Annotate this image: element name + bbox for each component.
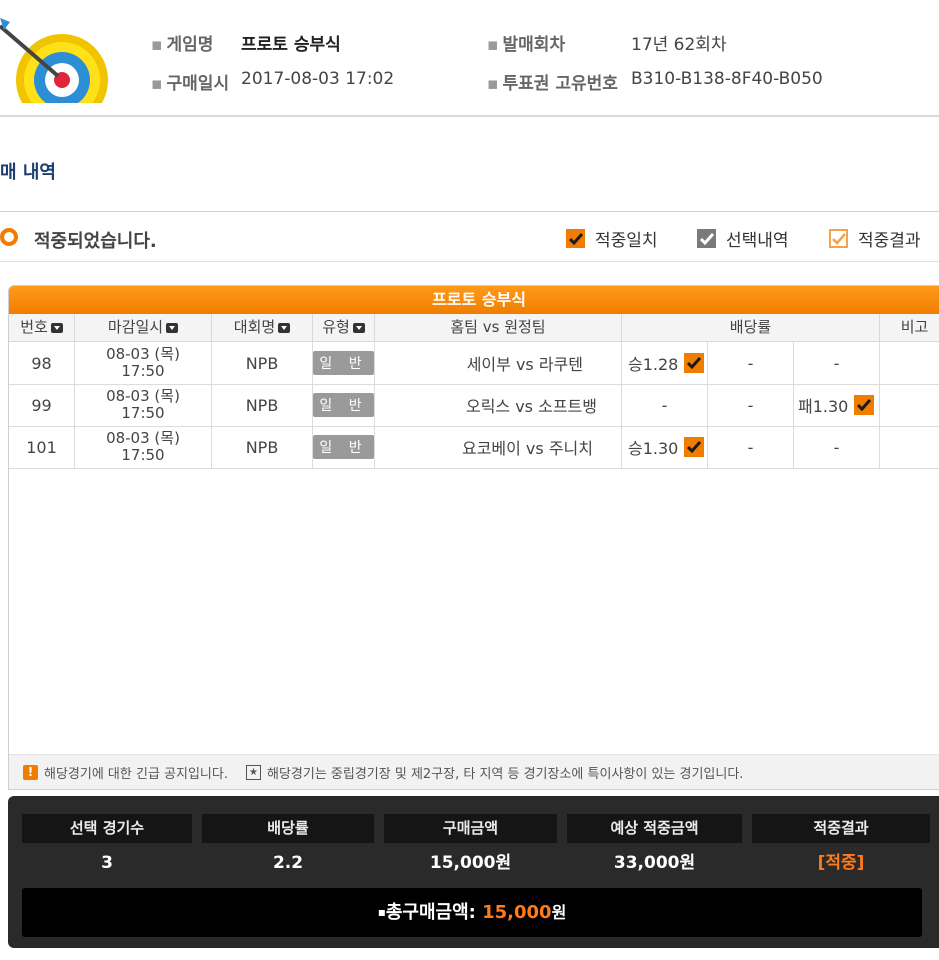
notice-bar: ! 해당경기에 대한 긴급 공지입니다. ★ 해당경기는 중립경기장 및 제2구… (9, 754, 939, 789)
round-value: 17년 62회차 (631, 35, 727, 55)
row-number: 99 (9, 384, 75, 426)
ticket-id-label: ▪ 투표권 고유번호 (487, 74, 618, 94)
table-header-row: 번호 마감일시 대회명 유형 홈팀 vs 원정팀 배당률 비고 (9, 314, 939, 342)
row-deadline: 08-03 (목) 17:50 (75, 384, 212, 426)
divider (0, 261, 939, 262)
bet-table-panel: 프로토 승부식 번호 마감일시 대회명 유형 홈팀 vs 원정팀 배당률 비고 … (8, 285, 939, 790)
col-remarks: 비고 (900, 318, 929, 336)
summary-panel: 선택 경기수 배당률 구매금액 예상 적중금액 적중결과 3 2.2 15,00… (8, 796, 939, 948)
check-filled-orange-icon (684, 353, 705, 373)
row-number: 101 (9, 426, 75, 468)
row-number: 98 (9, 342, 75, 384)
total-label: 총구매금액: (385, 902, 476, 923)
row-league: NPB (212, 342, 313, 384)
summary-value-result: [적중] (817, 853, 865, 873)
row-league: NPB (212, 384, 313, 426)
row-type: 일 반 (313, 384, 375, 426)
status-text: 적중되었습니다. (34, 231, 157, 252)
total-amount: 15,000 (482, 902, 552, 923)
sort-down-icon (50, 322, 63, 333)
odds-draw[interactable]: - (708, 426, 794, 468)
sort-down-icon (166, 322, 179, 333)
purchase-date-value: 2017-08-03 17:02 (241, 69, 395, 89)
result-circle-icon (0, 228, 18, 246)
row-match: 요코베이 vs 주니치 (375, 426, 622, 468)
table-title: 프로토 승부식 (9, 286, 939, 314)
dart-target-icon (0, 18, 108, 103)
type-badge: 일 반 (313, 351, 374, 375)
col-odds: 배당률 (622, 314, 880, 341)
row-remarks (880, 426, 939, 468)
type-badge: 일 반 (313, 435, 374, 459)
col-number[interactable]: 번호 (9, 314, 75, 341)
legend-hit-match: 적중일치 (566, 226, 658, 251)
sort-down-icon (352, 322, 365, 333)
notice-venue-text: 해당경기는 중립경기장 및 제2구장, 타 지역 등 경기장소에 특이사항이 있… (266, 766, 744, 782)
table-row: 99 08-03 (목) 17:50 NPB 일 반 오릭스 vs 소프트뱅 - … (9, 384, 939, 427)
col-type[interactable]: 유형 (313, 314, 375, 341)
odds-win[interactable]: - (622, 384, 708, 426)
check-outline-orange-icon (829, 229, 848, 248)
round-label: ▪ 발매회차 (487, 35, 566, 55)
type-badge: 일 반 (313, 393, 374, 417)
divider (0, 211, 939, 212)
odds-lose[interactable]: - (794, 426, 880, 468)
check-filled-orange-icon (566, 229, 585, 248)
row-remarks (880, 342, 939, 384)
summary-label-result: 적중결과 (752, 814, 930, 843)
legend-hit-result: 적중결과 (829, 226, 921, 251)
legend-selection: 선택내역 (697, 226, 789, 251)
summary-value-expected: 33,000원 (613, 853, 696, 873)
col-league[interactable]: 대회명 (212, 314, 313, 341)
row-type: 일 반 (313, 426, 375, 468)
check-filled-gray-icon (697, 229, 716, 248)
summary-label-purchase: 구매금액 (384, 814, 557, 843)
ticket-id-value: B310-B138-8F40-B050 (631, 69, 823, 89)
row-remarks (880, 384, 939, 426)
sort-down-icon (278, 322, 291, 333)
star-icon: ★ (245, 764, 261, 780)
warning-icon: ! (23, 764, 38, 780)
row-match: 세이부 vs 라쿠텐 (375, 342, 622, 384)
col-deadline[interactable]: 마감일시 (75, 314, 212, 341)
table-row: 101 08-03 (목) 17:50 NPB 일 반 요코베이 vs 주니치 승… (9, 426, 939, 469)
row-deadline: 08-03 (목) 17:50 (75, 342, 212, 384)
summary-label-expected: 예상 적중금액 (567, 814, 742, 843)
row-deadline: 08-03 (목) 17:50 (75, 426, 212, 468)
summary-value-odds: 2.2 (272, 853, 304, 873)
summary-label-games: 선택 경기수 (22, 814, 192, 843)
table-row: 98 08-03 (목) 17:50 NPB 일 반 세이부 vs 라쿠텐 승1.… (9, 342, 939, 385)
row-league: NPB (212, 426, 313, 468)
odds-lose[interactable]: 패1.30 (794, 384, 880, 426)
col-match: 홈팀 vs 원정팀 (375, 314, 622, 341)
section-title: 매 내역 (0, 162, 56, 183)
row-type: 일 반 (313, 342, 375, 384)
total-purchase-bar: ▪총구매금액: 15,000원 (22, 888, 922, 937)
notice-urgent-text: 해당경기에 대한 긴급 공지입니다. (44, 766, 228, 782)
game-name-value: 프로토 승부식 (241, 35, 341, 55)
row-match: 오릭스 vs 소프트뱅 (375, 384, 622, 426)
summary-value-games: 3 (101, 853, 113, 873)
game-name-label: ▪ 게임명 (151, 35, 214, 55)
odds-draw[interactable]: - (708, 342, 794, 384)
check-filled-orange-icon (854, 395, 875, 415)
summary-label-odds: 배당률 (202, 814, 374, 843)
odds-draw[interactable]: - (708, 384, 794, 426)
total-unit: 원 (551, 903, 567, 922)
odds-win[interactable]: 승1.28 (622, 342, 708, 384)
purchase-date-label: ▪ 구매일시 (151, 74, 230, 94)
odds-lose[interactable]: - (794, 342, 880, 384)
check-filled-orange-icon (684, 437, 705, 457)
odds-win[interactable]: 승1.30 (622, 426, 708, 468)
ticket-header: ▪ 게임명 프로토 승부식 ▪ 발매회차 17년 62회차 ▪ 구매일시 2017-0… (0, 0, 939, 117)
summary-value-purchase: 15,000원 (429, 853, 512, 873)
